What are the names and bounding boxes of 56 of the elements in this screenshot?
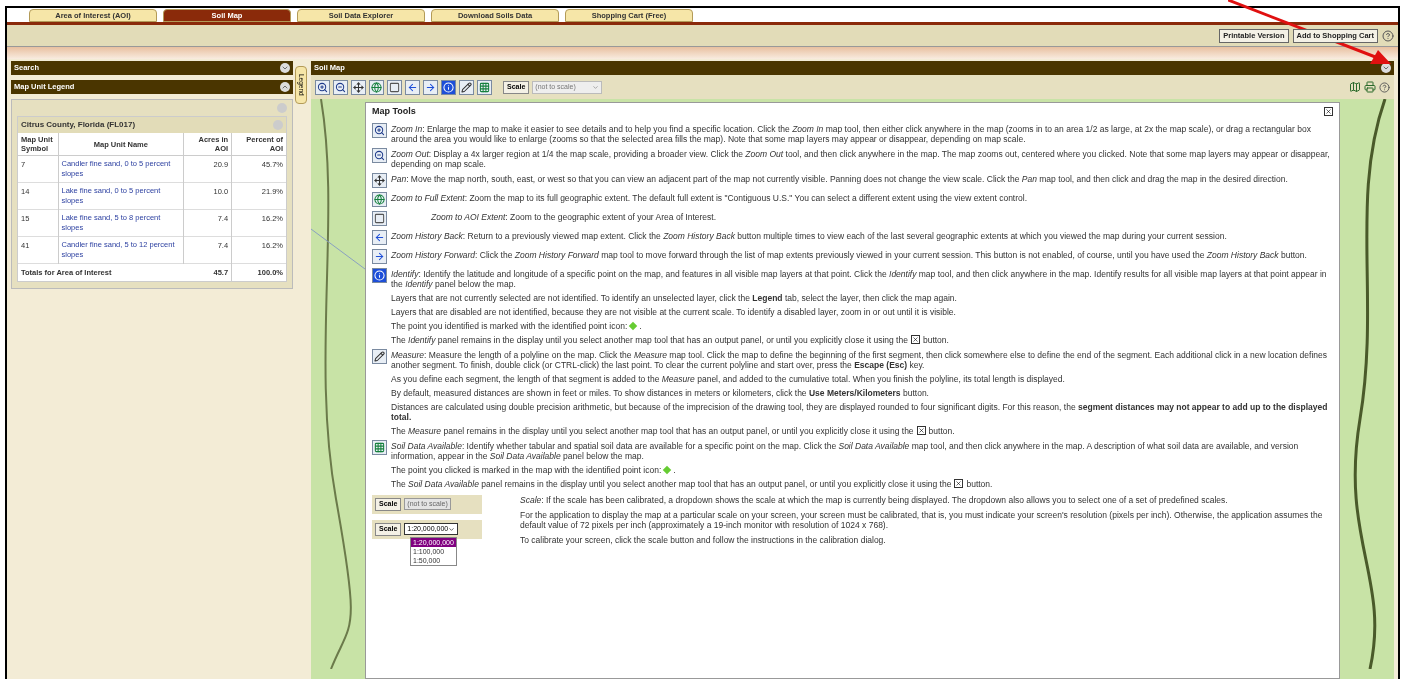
info-icon	[372, 267, 387, 283]
map-tool-button[interactable]	[441, 79, 456, 95]
help-paragraph: Layers that are disabled are not identified, because they are not visible at the current scale. To identify a disabled layer, zoom in or out until it is visible.	[391, 306, 957, 317]
help-paragraph: Zoom to AOI Extent: Zoom to the geographic extent of your Area of Interest.	[431, 211, 717, 222]
help-paragraph: The Measure panel remains in the display until you select another map tool that has an output panel, or until you explicitly close it using the	[391, 425, 914, 436]
map-tool-button[interactable]	[315, 79, 330, 95]
help-paragraph: By default, measured distances are shown in feet or miles. To show distances in meters or kilometers, click the Use Meters/Kilometers button.	[391, 387, 930, 398]
help-paragraph: The point you clicked is marked in the map with the identified point icon:	[391, 464, 662, 475]
help-icon[interactable]	[1379, 81, 1390, 93]
pan-icon	[372, 172, 387, 188]
close-icon[interactable]	[1324, 107, 1333, 117]
map-tool-button[interactable]	[459, 79, 474, 95]
help-paragraph: Pan: Move the map north, south, east, or west so that you can view an adjacent part of the map not currently visible. Panning does not change the view scale. Click the Pan map tool, and then click and drag the map in the desired direction.	[391, 173, 1288, 184]
help-paragraph: Zoom to Full Extent: Zoom the map to its full geographic extent. The default full extent is "Contiguous U.S." You can select a different extent using the view extent control.	[391, 192, 1028, 203]
help-paragraph: To calibrate your screen, click the scale button and follow the instructions in the calibration dialog.	[520, 534, 887, 545]
square-icon	[372, 210, 387, 226]
help-paragraph: The Soil Data Available panel remains in the display until you select another map tool that has an output panel, or until you explicitly close it using the	[391, 478, 952, 489]
map-tool-button[interactable]	[333, 79, 348, 95]
globe-icon	[372, 191, 387, 207]
map-tool-button[interactable]	[351, 79, 366, 95]
close-icon	[954, 479, 964, 488]
collapse-icon[interactable]	[280, 63, 290, 73]
help-paragraph: Zoom In: Enlarge the map to make it easier to see details and to help you find a specific location. Click the Zoom In map tool, then either click anywhere in the map (zooms in to an area 1/2 as large, at 2x the map scale), or drag a rectangular box around the area you would like to enlarge (zooms so that the selected area fills the map). Note that some map layers may appear or disappear, depending on map scale.	[391, 123, 1312, 144]
help-paragraph: The Identify panel remains in the display until you select another map tool that has an output panel, or until you explicitly close it using the	[391, 334, 908, 345]
help-paragraph: The point you identified is marked with the identified point icon:	[391, 320, 628, 331]
pencil-icon	[372, 348, 387, 364]
help-paragraph: Zoom History Back: Return to a previously viewed map extent. Click the Zoom History Back button multiple times to view each of the last several geographic extents at which you viewed the map during your current session.	[391, 230, 1227, 241]
help-icon[interactable]	[1382, 29, 1394, 42]
grid-icon	[372, 439, 387, 455]
help-paragraph: Measure: Measure the length of a polyline on the map. Click the Measure map tool. Click the map to define the beginning of the first segment, then click somewhere else to define the end of the segment. Each additional click in a new location defines another segment. To finish, double click (or CTRL-click) the last point. To clear the current polyline and start over, press the Escape (Esc) key.	[391, 349, 1329, 370]
help-text: button.	[966, 478, 993, 489]
point-marker-icon	[663, 465, 672, 474]
help-title: Map Tools	[372, 105, 416, 118]
map-tool-button[interactable]	[423, 79, 438, 95]
help-paragraph: Zoom History Forward: Click the Zoom History Forward map tool to move forward through the list of map extents previously viewed in your current session. This button is not enabled, of course, until you have used the Zoom History Back button.	[391, 249, 1307, 260]
help-paragraph: Layers that are not currently selected are not identified. To identify an unselected layer, click the Legend tab, select the layer, then click the map again.	[391, 292, 958, 303]
help-paragraph: For the application to display the map at a particular scale on your screen, your screen must be calibrated, that is, you must indicate your screen's resolution (pixels per inch). Otherwise, the application assumes the default value of 72 pixels per inch (approximately a 19-inch monitor with resolution of 1024 x 768).	[520, 509, 1324, 530]
help-text: .	[673, 464, 676, 475]
help-text: button.	[922, 334, 949, 345]
help-paragraph: Soil Data Available: Identify whether tabular and spatial soil data are available for a specific point on the map. Click the Soil Data Available map tool, and then click anywhere in the map. A description of what soil data are available, and version information, appear in the Soil Data Available panel below the map.	[391, 440, 1300, 461]
close-icon	[916, 426, 926, 435]
zoom-in-icon	[372, 122, 387, 138]
collapse-icon[interactable]	[280, 82, 290, 92]
help-paragraph: Distances are calculated using double precision arithmetic, but because of the imprecision of the drawing tool, they are displayed rounded to four significant digits. For this reason, the segment distances may not appear to add up to the displayed total.	[391, 401, 1329, 422]
zoom-out-icon	[372, 147, 387, 163]
help-paragraph: Identify: Identify the latitude and longitude of a specific point on the map, and features in all visible map layers at that point. Click the Identify map tool, and then click anywhere in the map. Identify results for all visible map layers at that point appear in the Identify panel below the map.	[391, 268, 1328, 289]
legend-title: Citrus County, Florida (FL017)	[21, 119, 136, 131]
point-marker-icon	[629, 321, 638, 330]
close-icon	[910, 335, 920, 344]
help-text: .	[639, 320, 642, 331]
map-tool-button[interactable]	[405, 79, 420, 95]
help-paragraph: Scale: If the scale has been calibrated, a dropdown shows the scale at which the map is currently being displayed. The dropdown also allows you to select one of a set of predefined scales.	[520, 494, 1229, 505]
help-paragraph: Zoom Out: Display a 4x larger region at 1/4 the map scale, providing a broader view. Click the Zoom Out tool, and then click anywhere in the map. The map zooms out, centered where you clicked. Note that some map layers may appear or disappear, depending on map scale.	[391, 148, 1331, 169]
help-text: button.	[928, 425, 955, 436]
map-tool-button[interactable]	[387, 79, 402, 95]
help-paragraph: As you define each segment, the length of that segment is added to the Measure panel, and added to the cumulative total. When you finish the polyline, its total length is displayed.	[391, 373, 1066, 384]
